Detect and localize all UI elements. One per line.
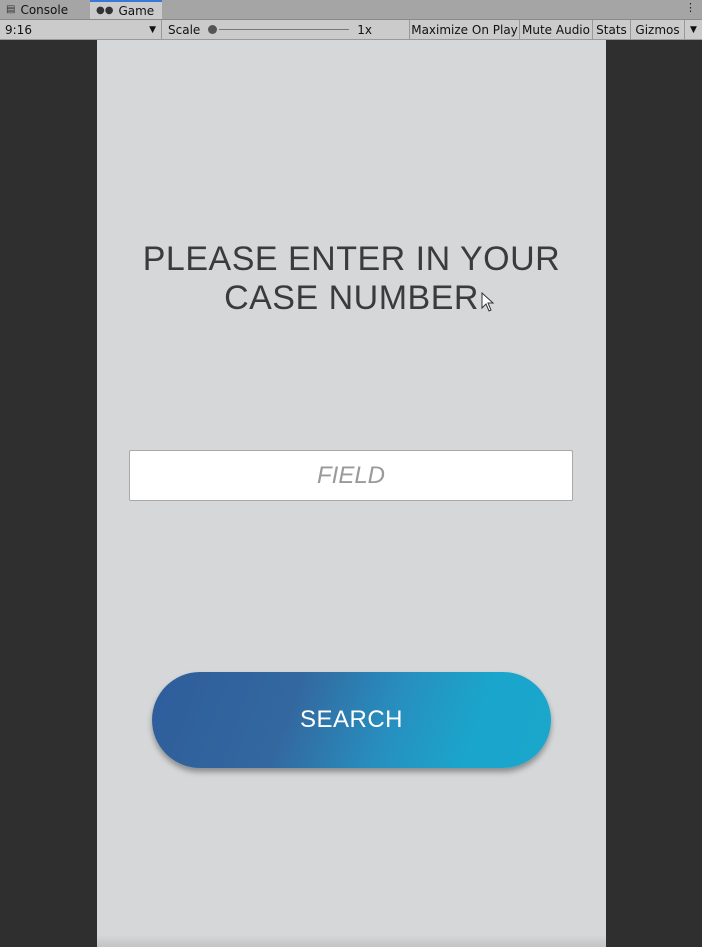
gizmos-dropdown-icon[interactable]: ▼ xyxy=(685,20,702,39)
scale-slider-track[interactable] xyxy=(219,29,350,30)
more-options-icon[interactable]: ⋮ xyxy=(685,1,696,14)
scale-control: Scale 1x xyxy=(162,20,410,39)
gizmos-label: Gizmos xyxy=(635,22,680,37)
prompt-line-2: CASE NUMBER xyxy=(224,279,479,317)
tab-console-label: Console xyxy=(20,2,69,17)
game-viewport: PLEASE ENTER IN YOUR CASE NUMBER SEARCH xyxy=(0,40,702,947)
case-number-prompt: PLEASE ENTER IN YOUR CASE NUMBER xyxy=(97,240,606,318)
gamepad-icon: ●● xyxy=(96,5,114,16)
editor-tab-bar: ▤ Console ●● Game ⋮ xyxy=(0,0,702,20)
canvas-bottom-edge xyxy=(97,935,606,947)
game-canvas: PLEASE ENTER IN YOUR CASE NUMBER SEARCH xyxy=(97,40,606,947)
mute-audio-toggle[interactable]: Mute Audio xyxy=(520,20,593,39)
chevron-down-icon: ▼ xyxy=(149,24,156,35)
maximize-on-play-label: Maximize On Play xyxy=(411,22,518,37)
gizmos-toggle[interactable]: Gizmos xyxy=(631,20,685,39)
stats-toggle[interactable]: Stats xyxy=(593,20,631,39)
tab-console[interactable]: ▤ Console xyxy=(6,0,86,19)
case-number-field[interactable] xyxy=(129,450,573,501)
game-view-toolbar: 9:16 ▼ Scale 1x Maximize On Play Mute Au… xyxy=(0,20,702,40)
mute-audio-label: Mute Audio xyxy=(522,22,590,37)
aspect-ratio-dropdown[interactable]: 9:16 ▼ xyxy=(0,20,162,39)
maximize-on-play-toggle[interactable]: Maximize On Play xyxy=(410,20,520,39)
tab-game[interactable]: ●● Game xyxy=(90,0,162,19)
case-number-input[interactable] xyxy=(130,450,572,501)
tab-game-label: Game xyxy=(118,3,155,18)
scale-value: 1x xyxy=(357,22,373,37)
aspect-ratio-value: 9:16 xyxy=(5,22,32,37)
console-icon: ▤ xyxy=(6,4,16,15)
search-button-label: SEARCH xyxy=(299,706,404,733)
prompt-line-1: PLEASE ENTER IN YOUR xyxy=(142,240,561,278)
search-button[interactable]: SEARCH xyxy=(152,672,551,768)
scale-label: Scale xyxy=(168,22,201,37)
mouse-cursor-icon xyxy=(481,292,495,312)
scale-slider-handle[interactable] xyxy=(208,25,218,34)
stats-label: Stats xyxy=(596,22,627,37)
